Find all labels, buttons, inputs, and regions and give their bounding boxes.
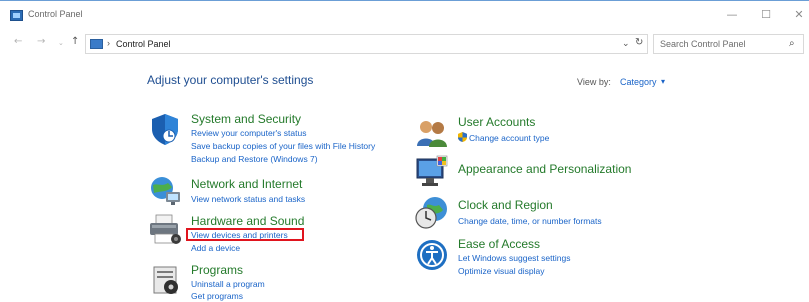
programs-title[interactable]: Programs — [191, 263, 243, 277]
add-device-link[interactable]: Add a device — [191, 243, 240, 253]
address-dropdown-icon[interactable]: ⌄ — [622, 38, 630, 49]
get-programs-link[interactable]: Get programs — [191, 291, 243, 301]
highlight-box — [186, 228, 304, 241]
refresh-icon[interactable]: ↻ — [635, 37, 643, 48]
windows-suggest-settings-link[interactable]: Let Windows suggest settings — [458, 253, 570, 263]
uac-shield-icon — [458, 132, 467, 142]
clock-globe-icon — [415, 197, 447, 229]
view-by-caret-icon[interactable]: ▾ — [661, 77, 665, 86]
view-network-status-link[interactable]: View network status and tasks — [191, 194, 305, 204]
network-internet-title[interactable]: Network and Internet — [191, 177, 302, 191]
up-arrow-icon[interactable]: ↑ — [71, 36, 79, 47]
change-date-time-formats-link[interactable]: Change date, time, or number formats — [458, 216, 602, 226]
system-security-title[interactable]: System and Security — [191, 112, 301, 126]
navigation-bar: ← → ⌄ ↑ › Control Panel ⌄ ↻ ⌕ — [0, 34, 809, 54]
review-status-link[interactable]: Review your computer's status — [191, 128, 306, 138]
breadcrumb-separator-icon[interactable]: › — [107, 38, 110, 48]
ease-of-access-icon — [417, 240, 447, 270]
search-box[interactable]: ⌕ — [653, 34, 804, 54]
users-icon — [417, 121, 447, 147]
minimize-button[interactable]: — — [719, 5, 745, 25]
file-history-link[interactable]: Save backup copies of your files with Fi… — [191, 141, 375, 151]
search-icon[interactable]: ⌕ — [789, 38, 795, 49]
programs-icon — [153, 266, 178, 294]
page-heading: Adjust your computer's settings — [147, 73, 314, 87]
view-by-dropdown[interactable]: Category — [620, 77, 657, 87]
search-input[interactable] — [660, 39, 780, 49]
maximize-button[interactable]: ☐ — [753, 5, 779, 25]
title-bar: Control Panel — ☐ ✕ — [0, 1, 809, 29]
shield-icon — [152, 114, 178, 145]
change-account-type-label: Change account type — [469, 133, 550, 143]
window-title: Control Panel — [28, 9, 83, 19]
uninstall-program-link[interactable]: Uninstall a program — [191, 279, 265, 289]
back-arrow-icon[interactable]: ← — [14, 36, 22, 47]
control-panel-icon — [10, 10, 23, 21]
control-panel-small-icon — [90, 39, 103, 49]
breadcrumb-control-panel[interactable]: Control Panel — [116, 39, 171, 49]
backup-restore-link[interactable]: Backup and Restore (Windows 7) — [191, 154, 318, 164]
appearance-title[interactable]: Appearance and Personalization — [458, 162, 631, 176]
clock-region-title[interactable]: Clock and Region — [458, 198, 553, 212]
printer-speaker-icon — [150, 214, 181, 244]
monitor-palette-icon — [416, 155, 448, 186]
optimize-visual-display-link[interactable]: Optimize visual display — [458, 266, 544, 276]
control-panel-window: Control Panel — ☐ ✕ ← → ⌄ ↑ › Control Pa… — [0, 0, 809, 302]
recent-locations-chevron-icon[interactable]: ⌄ — [58, 39, 64, 47]
address-bar[interactable]: › Control Panel ⌄ ↻ — [85, 34, 648, 54]
ease-of-access-title[interactable]: Ease of Access — [458, 237, 540, 251]
globe-network-icon — [151, 177, 180, 205]
close-button[interactable]: ✕ — [786, 5, 809, 25]
view-by-label: View by: — [577, 77, 611, 87]
change-account-type-link[interactable]: Change account type — [458, 132, 549, 143]
user-accounts-title[interactable]: User Accounts — [458, 115, 535, 129]
forward-arrow-icon[interactable]: → — [37, 36, 45, 47]
hardware-sound-title[interactable]: Hardware and Sound — [191, 214, 304, 228]
